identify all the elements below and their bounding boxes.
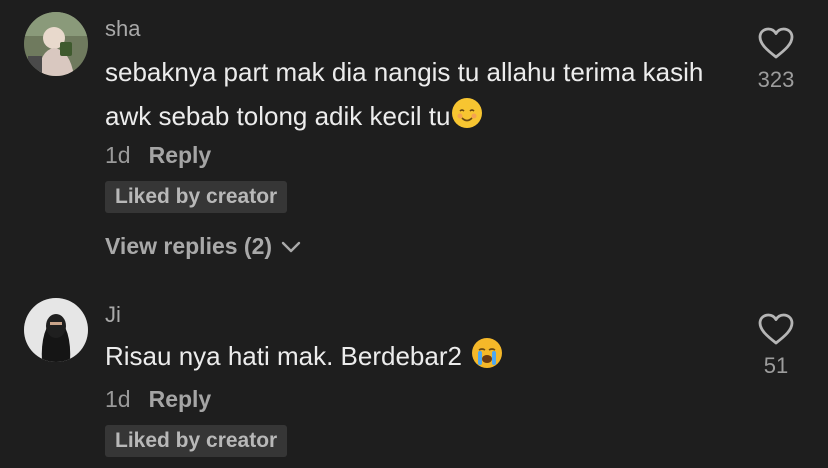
like-count: 51 [763,353,789,378]
liked-by-creator-badge: Liked by creator [105,181,288,213]
avatar[interactable] [24,12,88,76]
timestamp: 1d [105,142,131,168]
username[interactable]: Ji [105,302,121,328]
comment-item: Ji Risau nya hati mak. Berdebar2 1d Repl… [0,290,828,468]
comment-item: sha sebaknya part mak dia nangis tu alla… [0,0,828,290]
avatar-photo [24,298,88,362]
view-replies-button[interactable]: View replies (2) [105,233,302,260]
avatar-photo [24,12,88,76]
reply-button[interactable]: Reply [149,142,212,169]
chevron-down-icon [281,241,301,252]
username[interactable]: sha [105,16,140,42]
view-replies-label: View replies (2) [105,233,273,259]
liked-by-creator-badge: Liked by creator [105,425,288,457]
comment-meta: 1d Reply [105,386,211,413]
like-count: 323 [757,67,795,92]
comment-meta: 1d Reply [105,142,211,169]
heart-icon [758,313,794,345]
smiling-face-icon [452,98,483,128]
comment-text-body: sebaknya part mak dia nangis tu allahu t… [105,57,704,131]
timestamp: 1d [105,386,131,412]
like-button[interactable]: 323 [746,26,806,93]
comment-text-body: Risau nya hati mak. Berdebar2 [105,341,462,371]
reply-button[interactable]: Reply [149,386,212,413]
comment-text: sebaknya part mak dia nangis tu allahu t… [105,50,725,138]
avatar[interactable] [24,298,88,362]
comment-text: Risau nya hati mak. Berdebar2 [105,334,725,378]
loudly-crying-face-icon [471,338,502,368]
heart-icon [758,27,794,59]
like-button[interactable]: 51 [746,312,806,379]
